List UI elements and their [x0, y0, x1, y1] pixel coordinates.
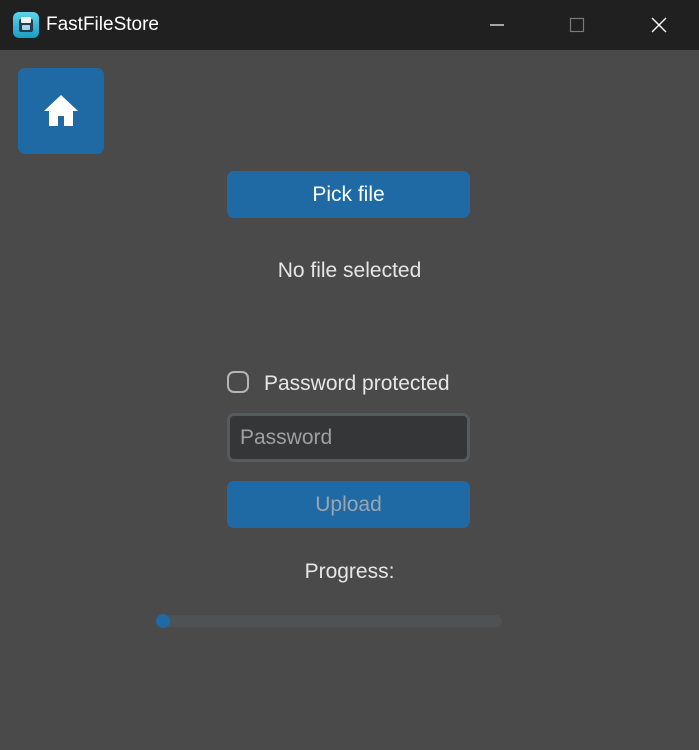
progress-label: Progress: [304, 560, 395, 583]
maximize-icon [569, 17, 585, 33]
progress-knob [156, 614, 170, 628]
window-title: FastFileStore [46, 14, 159, 35]
app-icon [13, 12, 39, 38]
close-button[interactable] [619, 0, 699, 50]
minimize-icon [490, 24, 504, 26]
file-status-text: No file selected [277, 259, 422, 282]
app-window: FastFileStore Pick file No file selected… [0, 0, 699, 750]
upload-button[interactable]: Upload [227, 481, 470, 528]
minimize-button[interactable] [457, 0, 537, 50]
password-protected-checkbox[interactable] [227, 371, 249, 393]
close-icon [651, 17, 667, 33]
title-bar[interactable]: FastFileStore [0, 0, 699, 50]
home-button[interactable] [18, 68, 104, 154]
home-icon [44, 95, 78, 126]
pick-file-button[interactable]: Pick file [227, 171, 470, 218]
password-input[interactable] [227, 413, 470, 462]
progress-track [156, 615, 502, 627]
maximize-button[interactable] [537, 0, 617, 50]
password-protected-label[interactable]: Password protected [264, 371, 450, 397]
